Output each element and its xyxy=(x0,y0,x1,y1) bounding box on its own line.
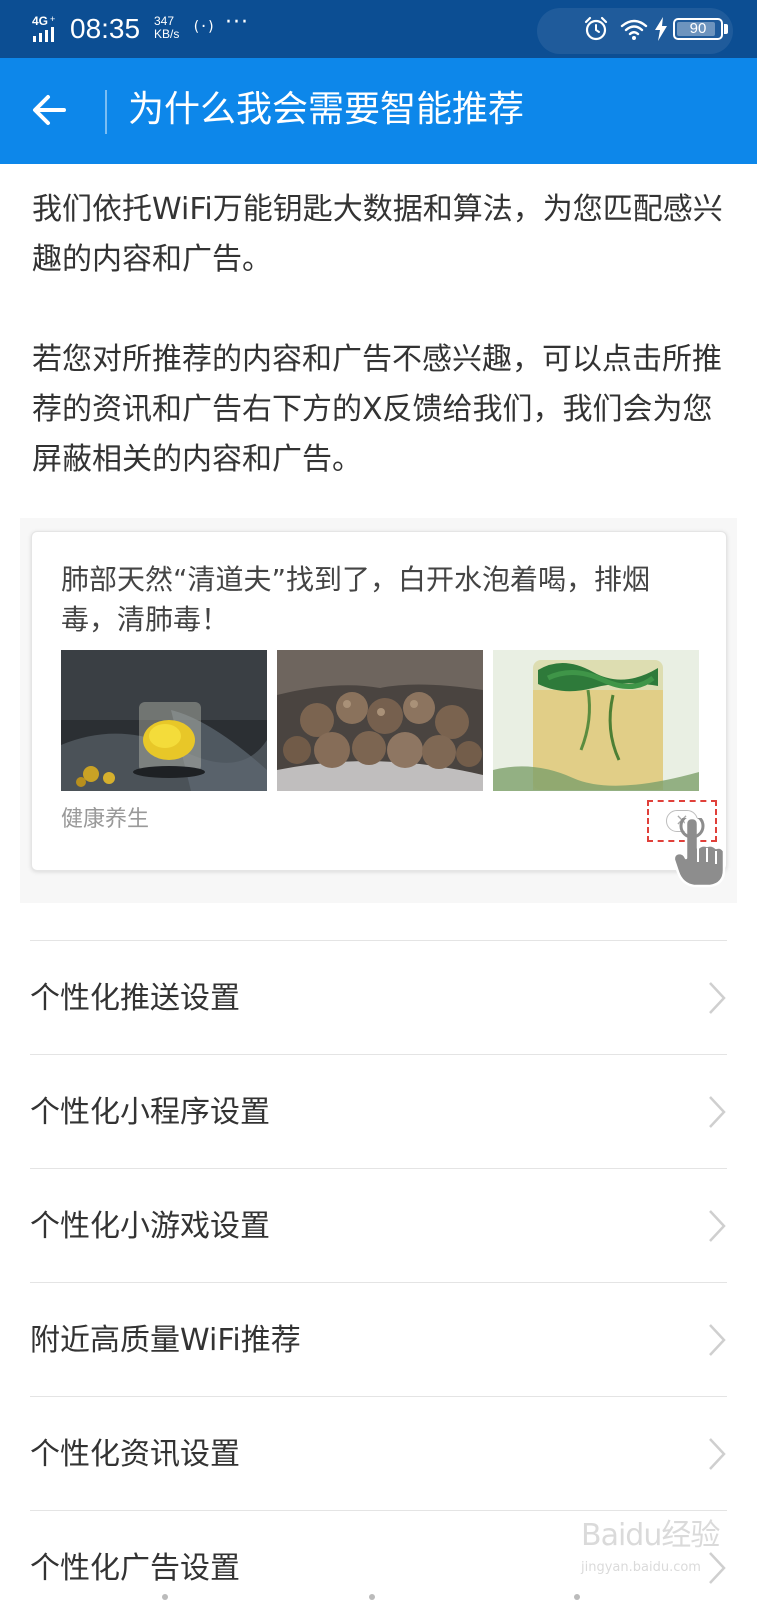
svg-text:+: + xyxy=(50,14,55,24)
battery-tip xyxy=(724,24,728,34)
example-ad-section: 肺部天然“清道夫”找到了，白开水泡着喝，排烟毒，清肺毒！ 健康养生 × xyxy=(20,518,737,903)
wifi-icon xyxy=(620,19,648,40)
ad-image-herbal-tea-glass xyxy=(493,650,699,791)
status-bar: 4G + 08:35 347 KB/s (·) ··· 90 xyxy=(0,0,757,58)
watermark-sub: jingyan.baidu.com xyxy=(581,1560,701,1575)
settings-item-label: 个性化资讯设置 xyxy=(30,1437,240,1472)
app-bar: 为什么我会需要智能推荐 xyxy=(0,58,757,164)
ad-image-chrysanthemum-tea xyxy=(61,650,267,791)
bottom-dot xyxy=(162,1594,168,1600)
settings-item-news[interactable]: 个性化资讯设置 xyxy=(30,1396,727,1510)
back-arrow-icon[interactable] xyxy=(24,82,80,138)
more-notifications-icon: ··· xyxy=(225,10,249,35)
alarm-icon xyxy=(584,16,608,41)
settings-item-label: 个性化推送设置 xyxy=(30,981,240,1016)
status-time: 08:35 xyxy=(70,13,141,44)
settings-item-label: 个性化广告设置 xyxy=(30,1551,240,1586)
ad-image-luo-han-guo xyxy=(277,650,483,791)
baidu-jingyan-watermark: Baidu经验 jingyan.baidu.com xyxy=(581,1516,731,1592)
signal-4g-icon: 4G + xyxy=(32,14,55,42)
settings-item-label: 个性化小游戏设置 xyxy=(30,1209,270,1244)
ad-title: 肺部天然“清道夫”找到了，白开水泡着喝，排烟毒，清肺毒！ xyxy=(61,563,651,636)
intro-paragraph-2: 若您对所推荐的内容和广告不感兴趣，可以点击所推荐的资讯和广告右下方的X反馈给我们… xyxy=(32,342,722,477)
chevron-right-icon xyxy=(709,1324,726,1356)
watermark-main: Baidu经验 xyxy=(581,1518,720,1553)
settings-item-mini-program[interactable]: 个性化小程序设置 xyxy=(30,1054,727,1168)
ad-category-label: 健康养生 xyxy=(61,807,150,832)
network-speed-unit: KB/s xyxy=(154,27,180,41)
example-ad-card: 肺部天然“清道夫”找到了，白开水泡着喝，排烟毒，清肺毒！ 健康养生 × xyxy=(31,531,727,871)
network-speed: 347 KB/s xyxy=(154,15,179,41)
svg-text:4G: 4G xyxy=(32,14,48,28)
battery-percent: 90 xyxy=(689,20,707,37)
bottom-dot xyxy=(369,1594,375,1600)
intro-paragraph-1: 我们依托WiFi万能钥匙大数据和算法，为您匹配感兴趣的内容和广告。 xyxy=(32,192,723,277)
battery-icon: 90 xyxy=(673,18,723,40)
chevron-right-icon xyxy=(709,1438,726,1470)
settings-item-label: 个性化小程序设置 xyxy=(30,1095,270,1130)
chevron-right-icon xyxy=(709,982,726,1014)
page-title: 为什么我会需要智能推荐 xyxy=(128,89,525,130)
settings-list: 个性化推送设置 个性化小程序设置 个性化小游戏设置 附近高质量WiFi推荐 个性… xyxy=(30,940,727,1600)
bottom-dot xyxy=(574,1594,580,1600)
settings-item-mini-game[interactable]: 个性化小游戏设置 xyxy=(30,1168,727,1282)
charging-icon xyxy=(655,17,667,41)
settings-item-nearby-wifi[interactable]: 附近高质量WiFi推荐 xyxy=(30,1282,727,1396)
settings-item-label: 附近高质量WiFi推荐 xyxy=(30,1323,301,1358)
settings-item-push[interactable]: 个性化推送设置 xyxy=(30,940,727,1054)
tap-hand-icon xyxy=(672,818,726,888)
chevron-right-icon xyxy=(709,1096,726,1128)
hotspot-icon: (·) xyxy=(192,19,215,35)
app-bar-divider xyxy=(105,90,107,134)
chevron-right-icon xyxy=(709,1210,726,1242)
